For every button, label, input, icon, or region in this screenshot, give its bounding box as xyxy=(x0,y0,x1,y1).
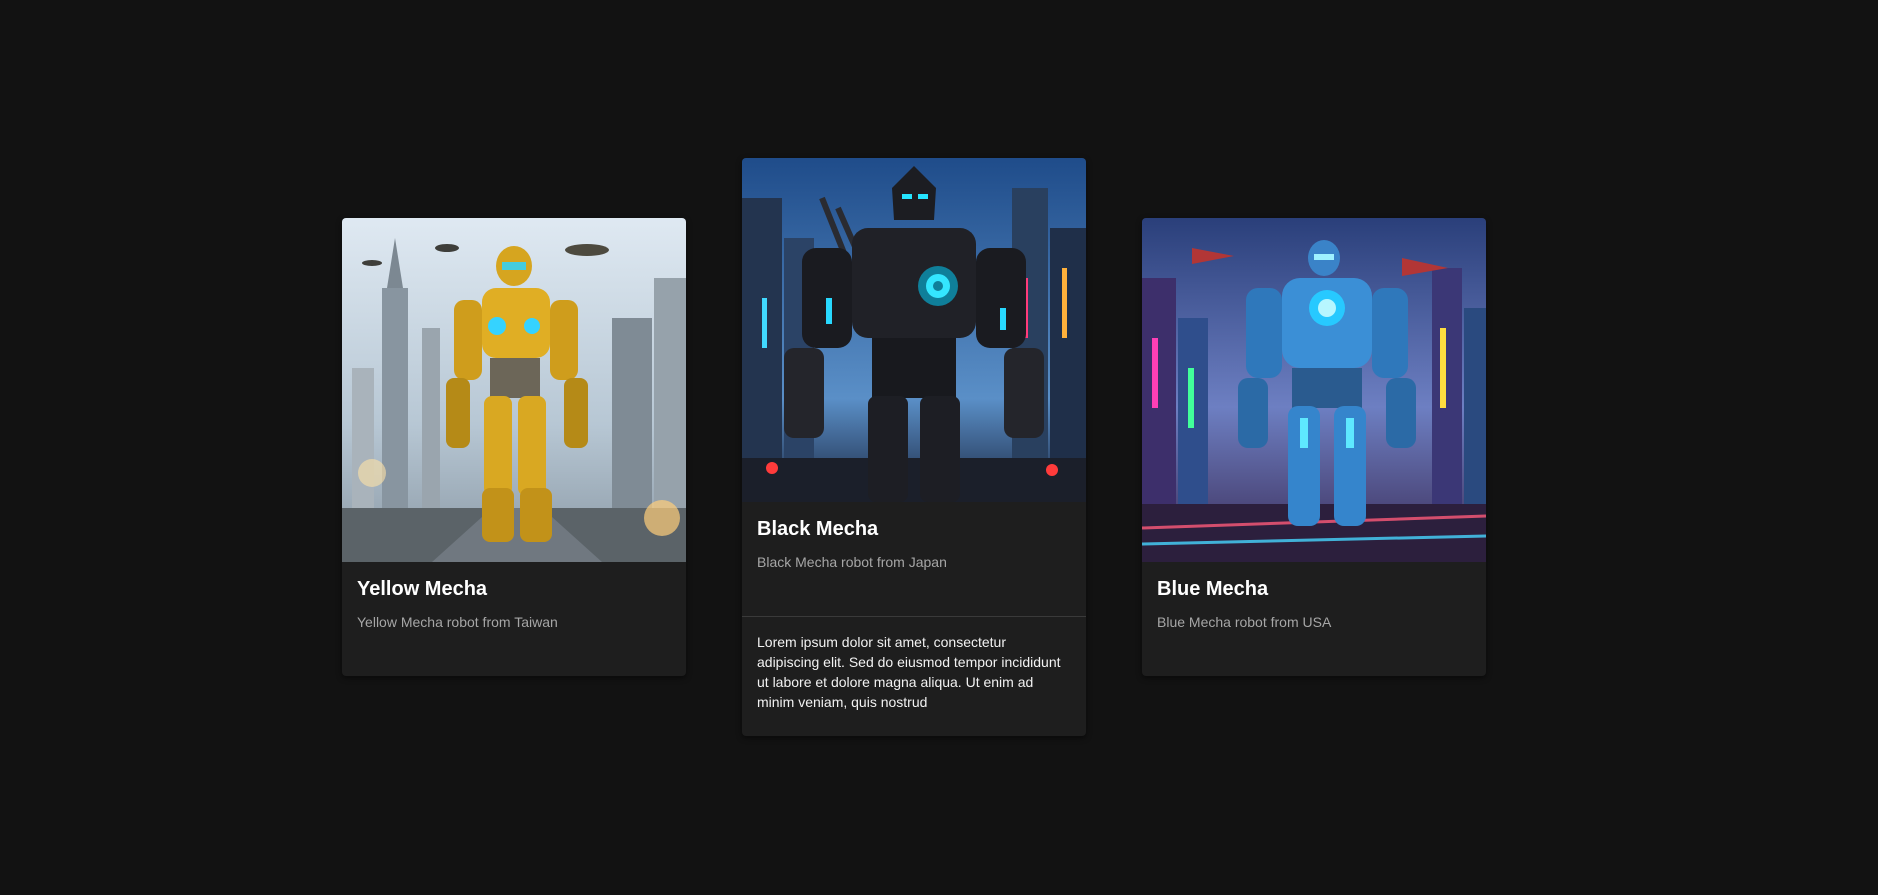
black-mecha-robot-icon xyxy=(742,158,1086,502)
card-subtitle: Blue Mecha robot from USA xyxy=(1157,614,1332,630)
card-gallery: Yellow Mecha Yellow Mecha robot from Tai… xyxy=(0,0,1878,895)
blue-mecha-image xyxy=(1142,218,1486,562)
blue-mecha-robot-icon xyxy=(1142,218,1486,562)
yellow-mecha-robot-icon xyxy=(342,218,686,562)
black-mecha-image xyxy=(742,158,1086,502)
card-subtitle: Yellow Mecha robot from Taiwan xyxy=(357,614,558,630)
card-subtitle: Black Mecha robot from Japan xyxy=(757,554,947,570)
card-black-mecha[interactable]: Black Mecha Black Mecha robot from Japan… xyxy=(742,158,1086,736)
card-yellow-mecha[interactable]: Yellow Mecha Yellow Mecha robot from Tai… xyxy=(342,218,686,676)
card-title: Black Mecha xyxy=(757,518,879,540)
card-title: Blue Mecha xyxy=(1157,578,1269,600)
card-blue-mecha[interactable]: Blue Mecha Blue Mecha robot from USA xyxy=(1142,218,1486,676)
card-description: Lorem ipsum dolor sit amet, consectetur … xyxy=(757,634,1061,710)
yellow-mecha-image xyxy=(342,218,686,562)
card-divider xyxy=(742,616,1086,617)
card-title: Yellow Mecha xyxy=(357,578,488,600)
